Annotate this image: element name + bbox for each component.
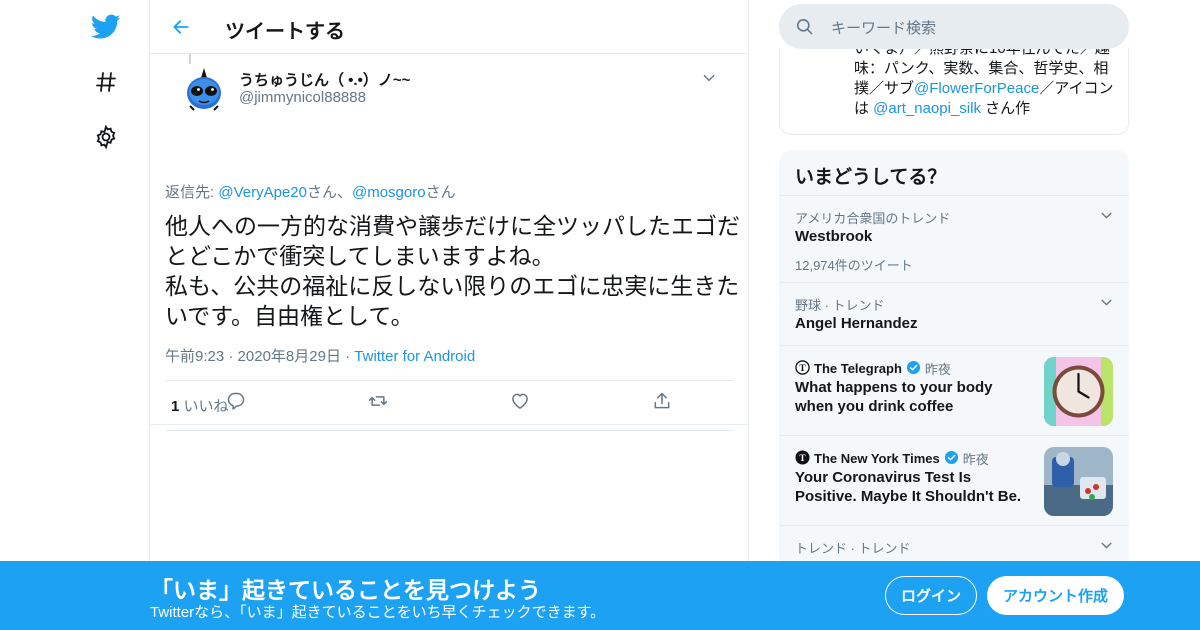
share-icon[interactable]: [650, 389, 674, 413]
tweet-menu-chevron-down-icon[interactable]: [699, 68, 719, 88]
tweet-text: 他人への一方的な消費や譲歩だけに全ツッパしたエゴだとどこかで衝突してしまいますよ…: [165, 213, 740, 329]
news-source-row: T The Telegraph 昨夜: [795, 359, 951, 378]
trend-name: Angel Hernandez: [795, 315, 918, 332]
news-time: 昨夜: [962, 452, 989, 467]
verified-badge-icon: [906, 360, 921, 378]
news-item[interactable]: T The Telegraph 昨夜 What happens to your …: [779, 345, 1129, 436]
left-navigation: [0, 0, 150, 630]
back-arrow-icon[interactable]: [164, 10, 198, 44]
main-column: ツイートする うちゅうじん（ •.•）ノ~~ @jimmynicol88888 …: [149, 0, 749, 630]
tweet-date[interactable]: 2020年8月29日: [238, 348, 341, 365]
chevron-down-icon[interactable]: [1097, 536, 1115, 554]
banner-subtitle: Twitterなら、「いま」起きていることをいち早くチェックできます。: [150, 604, 606, 621]
chevron-down-icon[interactable]: [1097, 293, 1115, 311]
trend-item[interactable]: アメリカ合衆国のトレンド Westbrook 12,974件のツイート: [779, 195, 1129, 283]
reply-prefix: 返信先:: [165, 184, 219, 201]
reply-icon[interactable]: [224, 389, 248, 413]
trend-context: 野球 · トレンド: [795, 298, 885, 313]
tweet-detail: うちゅうじん（ •.•）ノ~~ @jimmynicol88888 返信先: @V…: [150, 54, 748, 431]
bio-text-part: ／アイコン: [1039, 80, 1114, 97]
reply-san-2: さん: [425, 184, 456, 201]
news-headline: What happens to your body when you drink…: [795, 379, 993, 415]
twitter-logo-icon[interactable]: [86, 7, 126, 47]
trend-context: アメリカ合衆国のトレンド: [795, 211, 951, 226]
news-source-row: T The New York Times 昨夜: [795, 449, 989, 468]
tweet-author-row: うちゅうじん（ •.•）ノ~~ @jimmynicol88888: [165, 54, 733, 124]
trends-panel: いまどうしてる？ アメリカ合衆国のトレンド Westbrook 12,974件の…: [779, 150, 1129, 630]
retweet-icon[interactable]: [366, 389, 390, 413]
search-placeholder: キーワード検索: [831, 20, 937, 37]
bio-link-art-naopi-silk[interactable]: @art_naopi_silk: [873, 100, 981, 117]
nyt-logo-icon: T: [795, 449, 810, 468]
bio-text-part: さん作: [980, 100, 1031, 117]
reply-san-1: さん、: [306, 184, 352, 201]
like-heart-icon[interactable]: [508, 389, 532, 413]
profile-bio-card: いくま）／熊野祭に10年住んでた／趣 味：パンク、実数、集合、哲学史、相 撲／サ…: [779, 48, 1129, 135]
bio-line: は @art_naopi_silk さん作: [854, 99, 1120, 119]
bio-text-part: は: [854, 100, 874, 117]
meta-separator: ·: [345, 348, 351, 365]
meta-separator: ·: [228, 348, 234, 365]
reply-user-link-2[interactable]: @mosgoro: [352, 184, 426, 201]
bio-link-flowerforpeace[interactable]: @FlowerForPeace: [914, 80, 1039, 97]
trends-title: いまどうしてる？: [795, 167, 947, 188]
signup-banner: 「いま」起きていることを見つけよう Twitterなら、「いま」起きていることを…: [0, 561, 1200, 630]
signup-button[interactable]: アカウント作成: [987, 576, 1124, 615]
news-source-name: The New York Times: [814, 451, 940, 466]
search-icon: [795, 17, 814, 41]
trend-context: トレンド · トレンド: [795, 541, 911, 556]
author-display-name[interactable]: うちゅうじん（ •.•）ノ~~: [239, 69, 410, 90]
trend-item[interactable]: 野球 · トレンド Angel Hernandez: [779, 282, 1129, 346]
bio-text-part: 撲／サブ: [854, 80, 915, 97]
avatar[interactable]: [180, 66, 228, 114]
profile-bio: いくま）／熊野祭に10年住んでた／趣 味：パンク、実数、集合、哲学史、相 撲／サ…: [854, 48, 1120, 119]
tweet-timestamp-row: 午前9:23 · 2020年8月29日 · Twitter for Androi…: [165, 345, 475, 366]
page-title: ツイートする: [225, 21, 345, 43]
verified-badge-icon: [944, 450, 959, 468]
bio-line: いくま）／熊野祭に10年住んでた／趣: [854, 48, 1110, 57]
settings-gear-icon[interactable]: [86, 117, 126, 157]
reply-user-link-1[interactable]: @VeryApe20: [218, 184, 307, 201]
clock-thumbnail: [1044, 357, 1113, 426]
tweet-time[interactable]: 午前9:23: [165, 348, 224, 365]
page-header: ツイートする: [150, 0, 748, 54]
svg-text:T: T: [799, 363, 806, 373]
bio-line: 味：パンク、実数、集合、哲学史、相: [854, 60, 1109, 77]
tweet-client-link[interactable]: Twitter for Android: [354, 348, 475, 365]
trend-name: Westbrook: [795, 228, 873, 245]
divider: [165, 430, 733, 431]
bio-line: 撲／サブ@FlowerForPeace／アイコン: [854, 79, 1120, 99]
news-headline: Your Coronavirus Test Is Positive. Maybe…: [795, 469, 1022, 505]
news-item[interactable]: T The New York Times 昨夜 Your Coronavirus…: [779, 435, 1129, 526]
banner-title: 「いま」起きていることを見つけよう: [150, 577, 541, 603]
author-handle[interactable]: @jimmynicol88888: [239, 89, 366, 106]
tweet-actions: [150, 377, 748, 425]
explore-hashtag-icon[interactable]: [86, 62, 126, 102]
telegraph-logo-icon: T: [795, 359, 810, 378]
trend-tweet-count: 12,974件のツイート: [795, 258, 913, 273]
svg-text:T: T: [799, 453, 806, 463]
search-input[interactable]: キーワード検索: [779, 4, 1129, 49]
news-time: 昨夜: [924, 362, 951, 377]
chevron-down-icon[interactable]: [1097, 206, 1115, 224]
news-source-name: The Telegraph: [814, 361, 902, 376]
login-button[interactable]: ログイン: [885, 576, 977, 615]
lab-thumbnail: [1044, 447, 1113, 516]
reply-to-line: 返信先: @VeryApe20さん、@mosgoroさん: [165, 181, 456, 202]
